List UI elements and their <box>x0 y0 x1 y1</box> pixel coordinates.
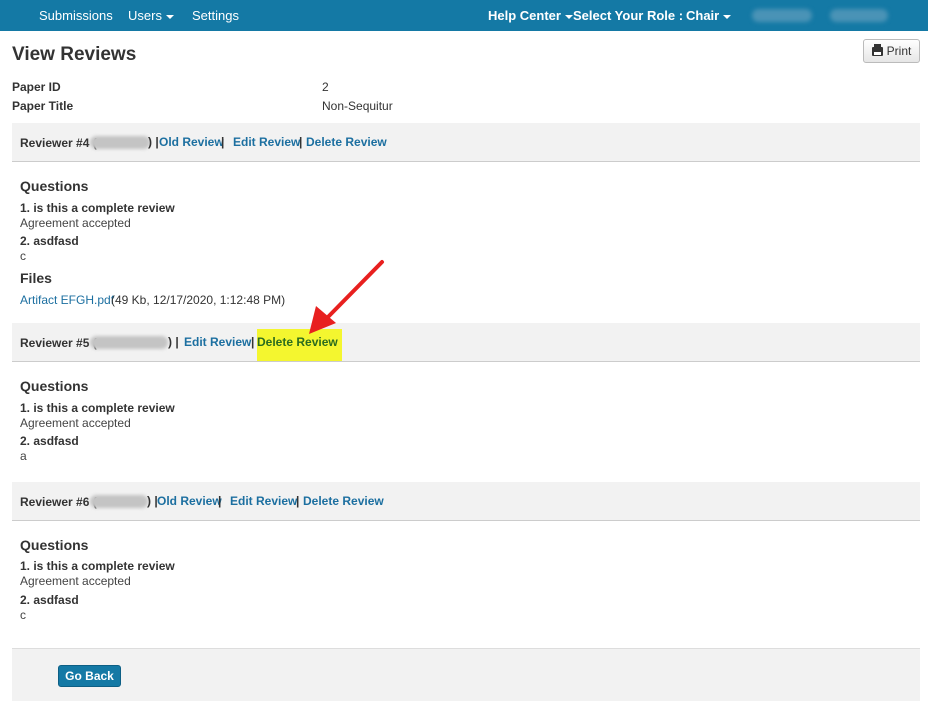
reviewer-4-files-heading: Files <box>20 270 52 286</box>
reviewer-6-question-1: 1. is this a complete review <box>20 559 175 573</box>
caret-down-icon <box>723 14 732 19</box>
arrow-shaft <box>325 260 384 320</box>
print-label: Print <box>886 44 912 58</box>
print-button[interactable]: Print <box>863 39 920 63</box>
redacted-user-menu <box>830 9 888 22</box>
separator: ) | <box>168 335 179 349</box>
redacted-user-name <box>752 9 812 22</box>
artifact-file-link[interactable]: Artifact EFGH.pdf <box>20 293 114 307</box>
reviewer-6-delete-review-link[interactable]: Delete Review <box>303 494 384 508</box>
nav-submissions[interactable]: Submissions <box>39 8 113 23</box>
reviewer-4-questions-heading: Questions <box>20 178 89 194</box>
paper-id-value: 2 <box>322 80 329 94</box>
footer-bar: Go Back <box>12 648 920 701</box>
nav-help-center-label: Help Center <box>488 8 561 23</box>
role-label: Chair <box>686 8 720 23</box>
reviewer-4-delete-review-link[interactable]: Delete Review <box>306 135 387 149</box>
go-back-button[interactable]: Go Back <box>58 665 121 687</box>
reviewer-4-edit-review-link[interactable]: Edit Review <box>233 135 300 149</box>
top-navbar: Submissions Users Settings Help Center S… <box>0 0 928 31</box>
reviewer-6-old-review-link[interactable]: Old Review <box>157 494 222 508</box>
reviewer-6-answer-2: c <box>20 608 26 622</box>
redacted-reviewer-name <box>90 136 150 149</box>
nav-settings[interactable]: Settings <box>192 8 239 23</box>
reviewer-6-question-2: 2. asdfasd <box>20 593 79 607</box>
reviewer-5-question-2: 2. asdfasd <box>20 434 79 448</box>
reviewer-4-label: Reviewer #4 ( <box>20 136 97 150</box>
reviewer-6-edit-review-link[interactable]: Edit Review <box>230 494 297 508</box>
artifact-file-meta: (49 Kb, 12/17/2020, 1:12:48 PM) <box>111 293 286 307</box>
reviewer-4-answer-1: Agreement accepted <box>20 216 131 230</box>
reviewer-5-delete-review-link[interactable]: Delete Review <box>257 335 338 349</box>
reviewer-4-bar: Reviewer #4 ( ) | Old Review | Edit Revi… <box>12 123 920 162</box>
reviewer-5-bar: Reviewer #5 ( ) | Edit Review | Delete R… <box>12 323 920 362</box>
caret-down-icon <box>564 14 573 19</box>
page-title: View Reviews <box>12 44 137 65</box>
printer-icon <box>871 43 883 56</box>
nav-help-center-dropdown[interactable]: Help Center <box>488 8 573 23</box>
separator: | <box>218 494 222 508</box>
reviewer-5-answer-2: a <box>20 449 27 463</box>
reviewer-4-answer-2: c <box>20 249 26 263</box>
reviewer-5-question-1: 1. is this a complete review <box>20 401 175 415</box>
paper-title-value: Non-Sequitur <box>322 99 393 113</box>
reviewer-6-bar: Reviewer #6 ( ) | Old Review | Edit Revi… <box>12 482 920 521</box>
reviewer-5-label: Reviewer #5 ( <box>20 336 97 350</box>
reviewer-5-edit-review-link[interactable]: Edit Review <box>184 335 251 349</box>
nav-users-dropdown[interactable]: Users <box>128 8 174 23</box>
reviewer-5-questions-heading: Questions <box>20 378 89 394</box>
paper-title-label: Paper Title <box>12 99 74 113</box>
separator: | <box>296 494 300 508</box>
reviewer-4-old-review-link[interactable]: Old Review <box>159 135 224 149</box>
separator: | <box>251 335 255 349</box>
separator: | <box>221 135 225 149</box>
role-dropdown[interactable]: Chair <box>686 8 732 23</box>
redacted-reviewer-name <box>90 336 168 349</box>
reviewer-6-label: Reviewer #6 ( <box>20 495 97 509</box>
separator: ) | <box>148 135 159 149</box>
caret-down-icon <box>165 14 174 19</box>
paper-id-label: Paper ID <box>12 80 61 94</box>
reviewer-4-question-1: 1. is this a complete review <box>20 201 175 215</box>
reviewer-6-questions-heading: Questions <box>20 537 89 553</box>
separator: | <box>299 135 303 149</box>
nav-users-label: Users <box>128 8 162 23</box>
redacted-reviewer-name <box>90 495 148 508</box>
select-role-label: Select Your Role : <box>573 8 684 23</box>
reviewer-6-answer-1: Agreement accepted <box>20 574 131 588</box>
reviewer-5-answer-1: Agreement accepted <box>20 416 131 430</box>
reviewer-4-question-2: 2. asdfasd <box>20 234 79 248</box>
